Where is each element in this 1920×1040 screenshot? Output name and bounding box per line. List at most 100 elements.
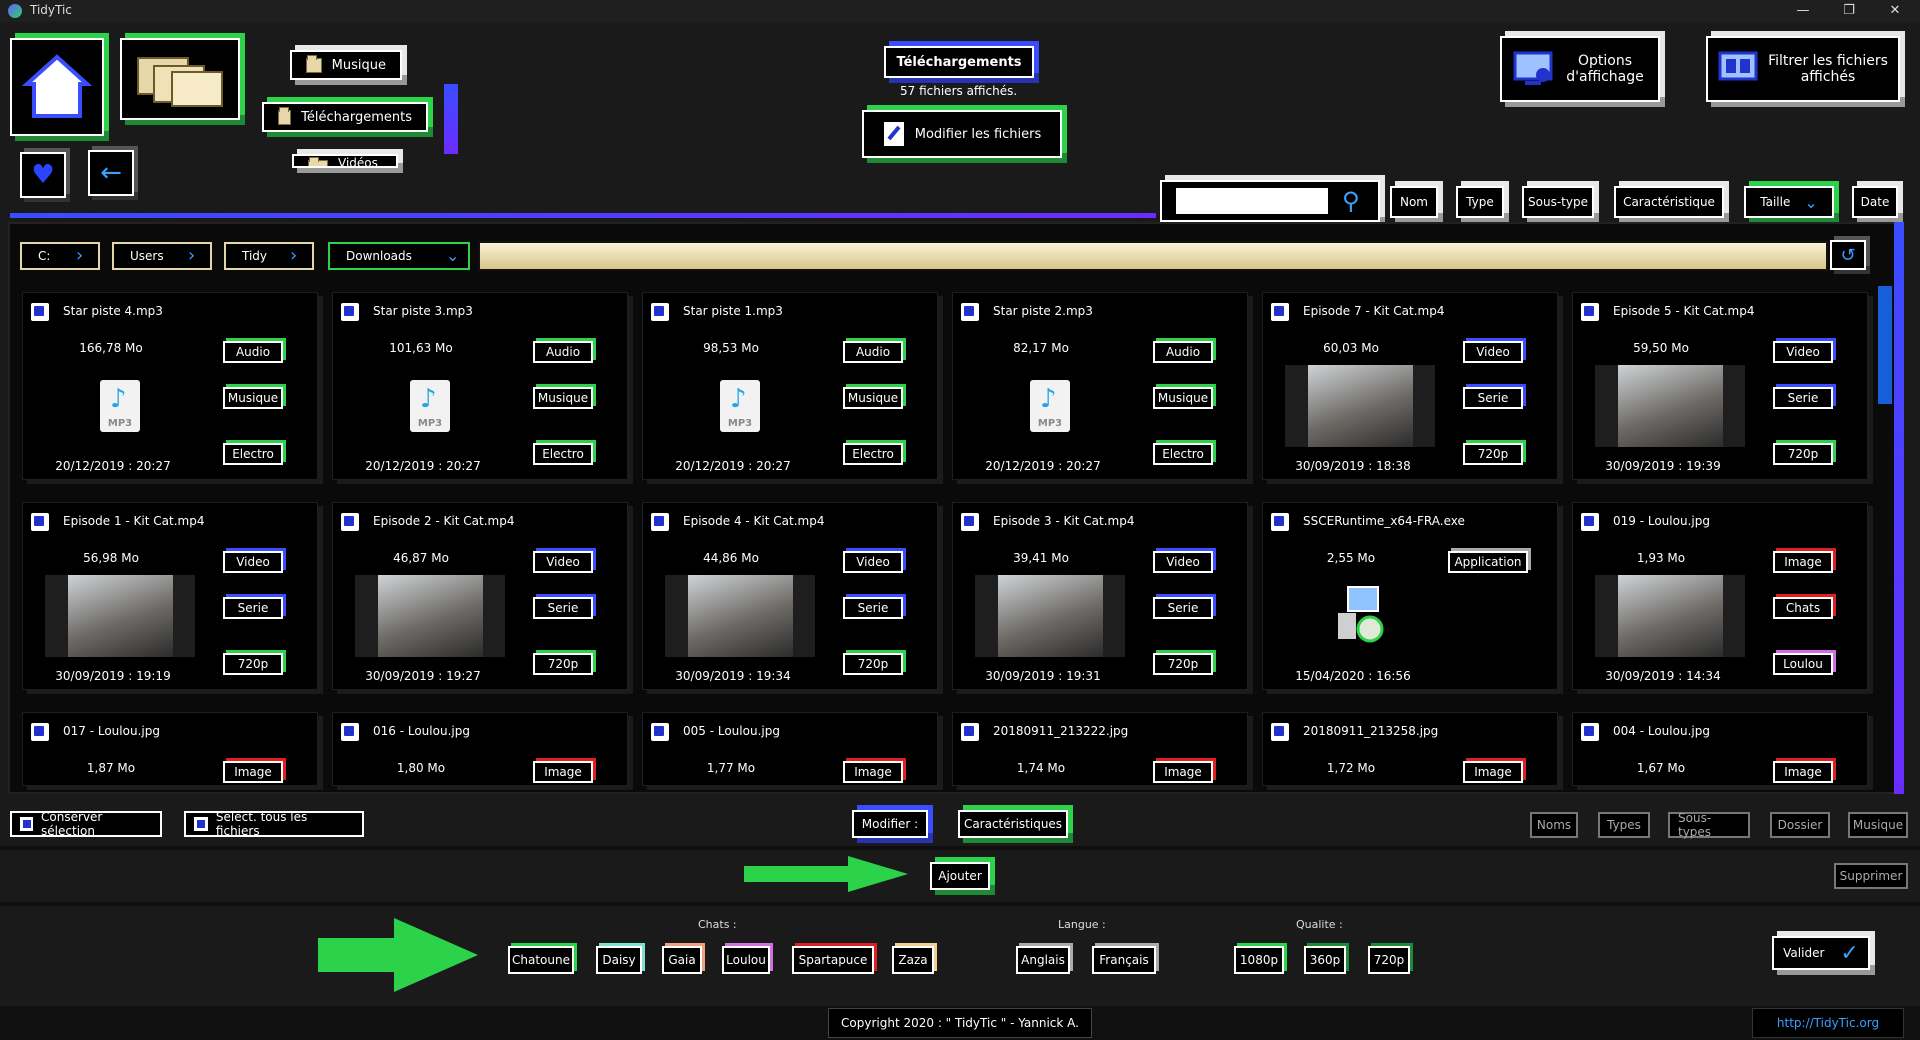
file-card[interactable]: 20180911_213222.jpg 1,74 Mo Image (952, 712, 1248, 786)
display-options-button[interactable]: Options d'affichage (1500, 36, 1660, 102)
back-button[interactable]: ← (88, 150, 134, 196)
search-icon[interactable]: ⚲ (1342, 187, 1360, 215)
folder-button-telechargements[interactable]: Téléchargements (262, 102, 428, 132)
file-grid-scrollbar[interactable] (1878, 286, 1892, 404)
file-card[interactable]: Episode 4 - Kit Cat.mp4 44,86 Mo 30/09/201… (642, 502, 938, 690)
file-tag[interactable]: Electro (533, 443, 593, 465)
file-tag[interactable]: Serie (533, 597, 593, 619)
cat-spartapuce[interactable]: Spartapuce (792, 946, 874, 974)
file-tag[interactable]: Video (1153, 551, 1213, 573)
file-tag[interactable]: Image (1463, 761, 1523, 783)
file-tag[interactable]: 720p (533, 653, 593, 675)
validate-button[interactable]: Valider ✓ (1772, 936, 1870, 970)
sort-type[interactable]: Type (1456, 186, 1504, 218)
sort-caracteristique[interactable]: Caractéristique (1614, 186, 1724, 218)
file-card[interactable]: Star piste 3.mp3 101,63 Mo ♪ MP3 20/12/2019 … (332, 292, 628, 480)
file-checkbox[interactable] (31, 513, 49, 531)
quality-1080p[interactable]: 1080p (1234, 946, 1284, 974)
sort-date[interactable]: Date (1852, 186, 1898, 218)
file-tag[interactable]: Musique (223, 387, 283, 409)
file-tag[interactable]: Audio (533, 341, 593, 363)
file-checkbox[interactable] (341, 303, 359, 321)
file-tag[interactable]: Image (1153, 761, 1213, 783)
types-button[interactable]: Types (1598, 812, 1650, 838)
file-tag[interactable]: Loulou (1773, 653, 1833, 675)
delete-button[interactable]: Supprimer (1834, 863, 1908, 889)
file-tag[interactable]: 720p (843, 653, 903, 675)
file-tag[interactable]: Video (533, 551, 593, 573)
file-tag[interactable]: Electro (1153, 443, 1213, 465)
file-tag[interactable]: Video (1773, 341, 1833, 363)
file-tag[interactable]: Serie (1463, 387, 1523, 409)
folder-scrollbar[interactable] (444, 84, 458, 154)
file-checkbox[interactable] (1581, 723, 1599, 741)
file-checkbox[interactable] (651, 513, 669, 531)
breadcrumb-users[interactable]: Users › (112, 242, 212, 270)
file-tag[interactable]: Audio (223, 341, 283, 363)
file-card[interactable]: Episode 3 - Kit Cat.mp4 39,41 Mo 30/09/201… (952, 502, 1248, 690)
file-checkbox[interactable] (651, 303, 669, 321)
file-checkbox[interactable] (341, 513, 359, 531)
cat-loulou[interactable]: Loulou (722, 946, 770, 974)
website-link[interactable]: http://TidyTic.org (1752, 1008, 1904, 1038)
folders-button[interactable] (120, 38, 240, 120)
file-checkbox[interactable] (31, 723, 49, 741)
path-bar[interactable] (478, 241, 1828, 271)
add-button[interactable]: Ajouter (930, 862, 990, 890)
search-input[interactable] (1176, 188, 1328, 214)
modify-files-button[interactable]: Modifier les fichiers (862, 110, 1062, 158)
file-card[interactable]: 017 - Loulou.jpg 1,87 Mo Image (22, 712, 318, 786)
file-card[interactable]: 019 - Loulou.jpg 1,93 Mo 30/09/2019 : 14:3… (1572, 502, 1868, 690)
file-tag[interactable]: Chats (1773, 597, 1833, 619)
file-tag[interactable]: 720p (1773, 443, 1833, 465)
file-card[interactable]: Star piste 4.mp3 166,78 Mo ♪ MP3 20/12/2019 … (22, 292, 318, 480)
file-checkbox[interactable] (961, 513, 979, 531)
file-tag[interactable]: Musique (1153, 387, 1213, 409)
keep-selection-button[interactable]: Conserver sélection (10, 810, 162, 838)
file-tag[interactable]: Musique (533, 387, 593, 409)
file-tag[interactable]: Musique (843, 387, 903, 409)
quality-720p[interactable]: 720p (1368, 946, 1410, 974)
file-tag[interactable]: Image (843, 761, 903, 783)
file-tag[interactable]: Video (843, 551, 903, 573)
file-tag[interactable]: Serie (223, 597, 283, 619)
file-tag[interactable]: 720p (1153, 653, 1213, 675)
file-tag[interactable]: Image (1773, 551, 1833, 573)
file-tag[interactable]: Audio (843, 341, 903, 363)
cat-zaza[interactable]: Zaza (892, 946, 934, 974)
favorites-button[interactable]: ♥ (20, 152, 66, 198)
maximize-button[interactable]: ❐ (1826, 0, 1872, 22)
close-button[interactable]: ✕ (1872, 0, 1918, 22)
file-tag[interactable]: Application (1448, 551, 1528, 573)
file-tag[interactable]: Electro (843, 443, 903, 465)
music-button[interactable]: Musique (1848, 812, 1908, 838)
lang-anglais[interactable]: Anglais (1016, 946, 1070, 974)
file-tag[interactable]: Image (1773, 761, 1833, 783)
file-card[interactable]: 20180911_213258.jpg 1,72 Mo Image (1262, 712, 1558, 786)
file-checkbox[interactable] (1581, 303, 1599, 321)
file-checkbox[interactable] (651, 723, 669, 741)
sort-taille[interactable]: Taille ⌄ (1744, 186, 1834, 218)
filter-files-button[interactable]: Filtrer les fichiers affichés (1706, 36, 1900, 102)
quality-360p[interactable]: 360p (1304, 946, 1346, 974)
file-card[interactable]: Star piste 2.mp3 82,17 Mo ♪ MP3 20/12/2019 :… (952, 292, 1248, 480)
file-card[interactable]: 016 - Loulou.jpg 1,80 Mo Image (332, 712, 628, 786)
file-card[interactable]: 005 - Loulou.jpg 1,77 Mo Image (642, 712, 938, 786)
breadcrumb-downloads[interactable]: Downloads ⌄ (328, 242, 470, 270)
cat-chatoune[interactable]: Chatoune (508, 946, 574, 974)
file-checkbox[interactable] (961, 303, 979, 321)
file-checkbox[interactable] (341, 723, 359, 741)
sort-nom[interactable]: Nom (1390, 186, 1438, 218)
file-checkbox[interactable] (961, 723, 979, 741)
file-tag[interactable]: Serie (1153, 597, 1213, 619)
cat-gaia[interactable]: Gaia (662, 946, 702, 974)
file-card[interactable]: Episode 2 - Kit Cat.mp4 46,87 Mo 30/09/201… (332, 502, 628, 690)
folder-button[interactable]: Dossier (1770, 812, 1830, 838)
file-tag[interactable]: Video (223, 551, 283, 573)
path-back-button[interactable]: ↺ (1830, 240, 1866, 270)
file-tag[interactable]: 720p (223, 653, 283, 675)
names-button[interactable]: Noms (1530, 812, 1578, 838)
cat-daisy[interactable]: Daisy (596, 946, 642, 974)
file-card[interactable]: Episode 1 - Kit Cat.mp4 56,98 Mo 30/09/201… (22, 502, 318, 690)
lang-francais[interactable]: Français (1092, 946, 1156, 974)
